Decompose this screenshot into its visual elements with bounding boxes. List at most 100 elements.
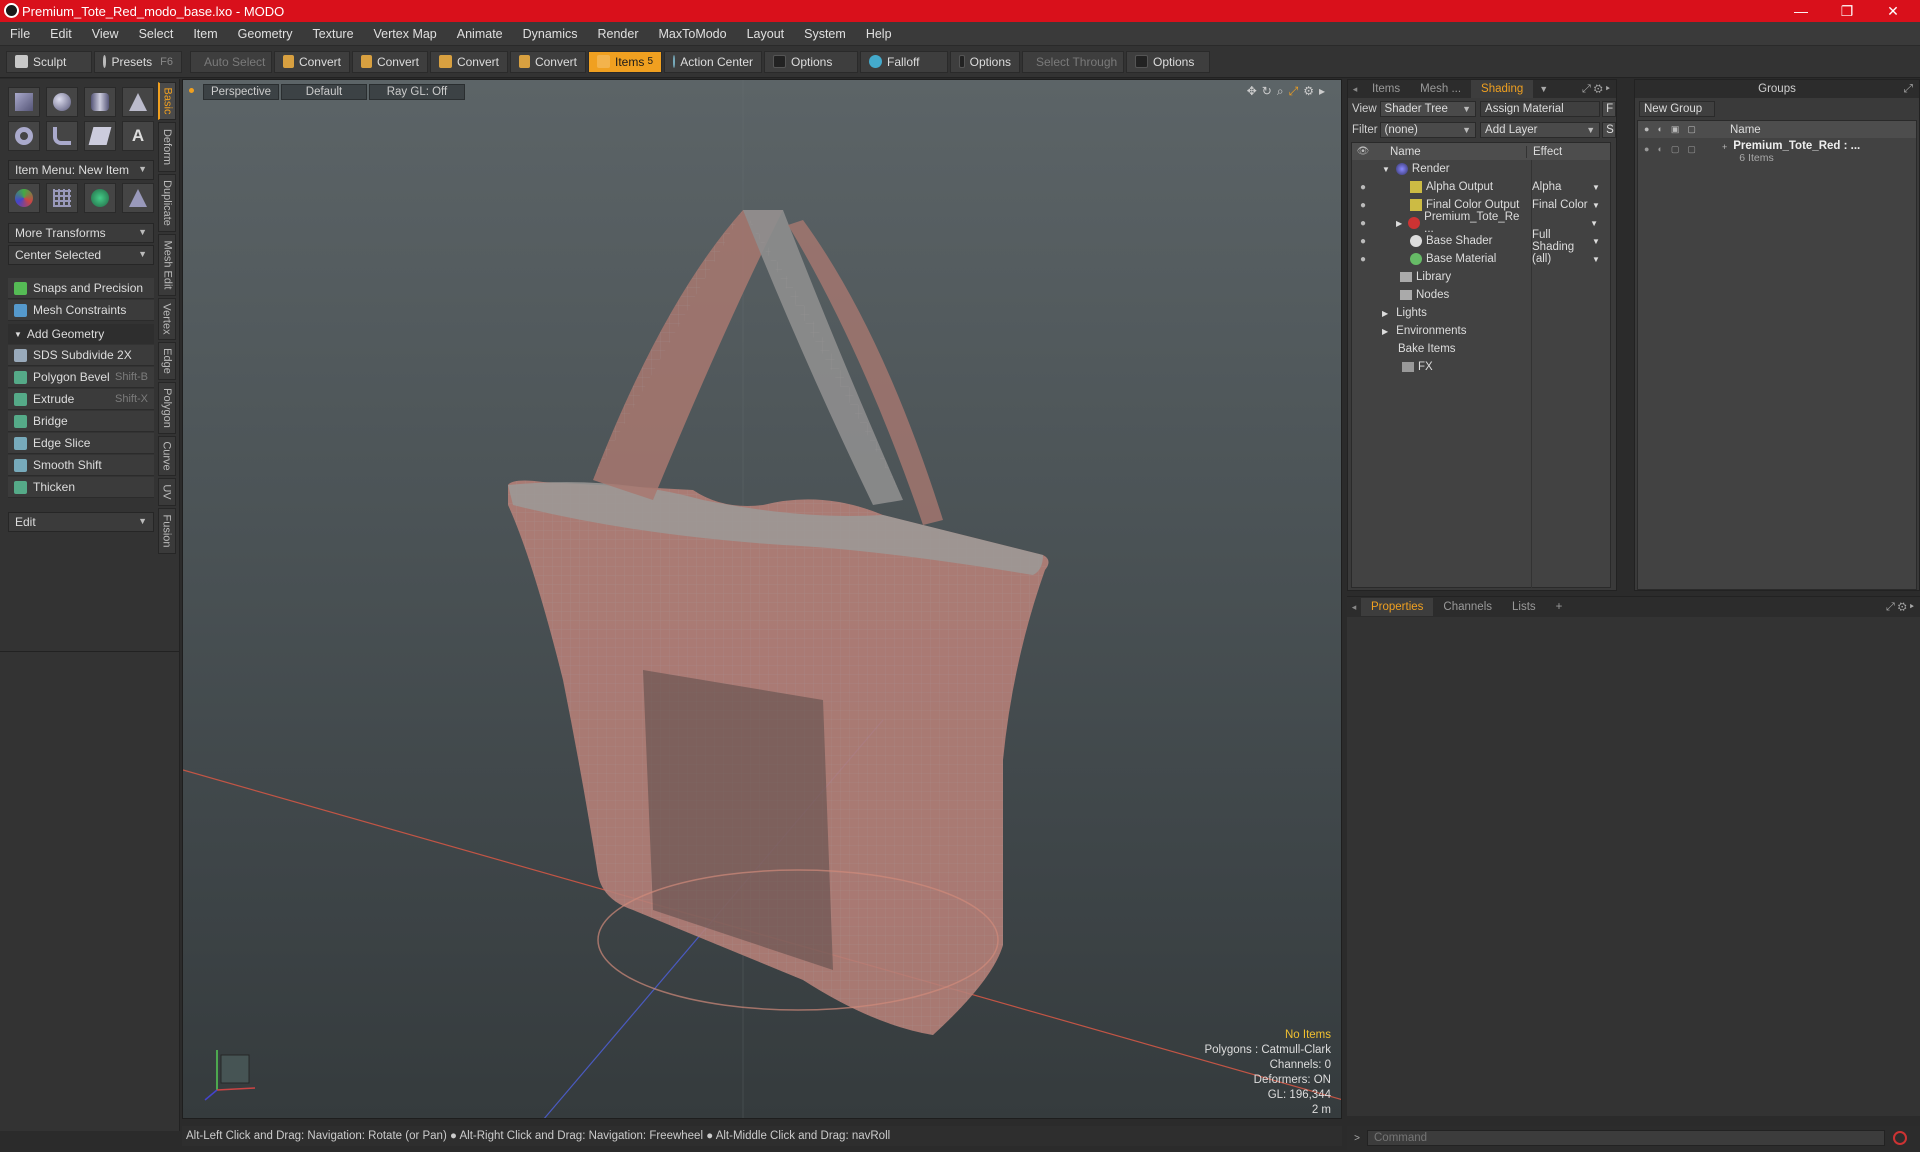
action-center-button[interactable]: Action Center	[664, 50, 762, 73]
convert-edges-button[interactable]: Convert	[352, 50, 428, 73]
sds-subdivide-button[interactable]: SDS Subdivide 2X	[8, 345, 154, 366]
chevron-down-icon[interactable]: ▼	[1592, 201, 1600, 210]
command-input[interactable]	[1367, 1130, 1885, 1146]
torus-primitive-button[interactable]	[8, 121, 40, 151]
eye-icon[interactable]: ●	[1352, 236, 1374, 247]
view-select[interactable]: Shader Tree ▼	[1379, 100, 1477, 117]
pen-tool-button[interactable]	[46, 121, 78, 151]
menu-edit[interactable]: Edit	[40, 27, 82, 41]
convert-polygons-button[interactable]: Convert	[430, 50, 508, 73]
chevron-down-icon[interactable]: ▼	[1592, 183, 1600, 192]
tab-vertex[interactable]: Vertex	[158, 298, 176, 340]
tab-fusion[interactable]: Fusion	[158, 508, 176, 554]
chevron-down-icon[interactable]: ▼	[1592, 237, 1600, 246]
grid-button[interactable]	[46, 183, 78, 213]
filter-select[interactable]: (none) ▼	[1379, 121, 1477, 138]
tree-row-fx[interactable]: FX	[1352, 358, 1610, 376]
select-through-options-button[interactable]: Options	[1126, 50, 1210, 73]
chevron-down-icon[interactable]: ▼	[1592, 255, 1600, 264]
menu-maxtomodo[interactable]: MaxToModo	[649, 27, 737, 41]
s-button[interactable]: S	[1602, 121, 1617, 138]
add-tab-button[interactable]: +	[1546, 598, 1573, 616]
snaps-precision-button[interactable]: Snaps and Precision	[8, 278, 154, 299]
sphere-primitive-button[interactable]	[46, 87, 78, 117]
convert-materials-button[interactable]: Convert	[510, 50, 586, 73]
group-row-toggles[interactable]: ● ◐ ▢ ▢	[1638, 138, 1722, 172]
tab-curve[interactable]: Curve	[158, 436, 176, 476]
shape-tool-button[interactable]	[84, 121, 116, 151]
tree-row-nodes[interactable]: Nodes	[1352, 286, 1610, 304]
tree-row-base-shader[interactable]: ● Base Shader Full Shading ▼	[1352, 229, 1610, 253]
auto-select-button[interactable]: Auto Select	[190, 50, 272, 73]
tab-dropdown-icon[interactable]: ▼	[1539, 84, 1548, 94]
text-tool-button[interactable]: A	[122, 121, 154, 151]
globe-button[interactable]	[84, 183, 116, 213]
tree-row-bake-items[interactable]: Bake Items	[1352, 340, 1610, 358]
tab-items[interactable]: Items	[1362, 80, 1410, 98]
menu-vertex-map[interactable]: Vertex Map	[364, 27, 447, 41]
tab-shading[interactable]: Shading	[1471, 80, 1534, 98]
menu-help[interactable]: Help	[856, 27, 902, 41]
mesh-constraints-button[interactable]: Mesh Constraints	[8, 300, 154, 321]
record-icon[interactable]	[1893, 1131, 1907, 1145]
tab-basic[interactable]: Basic	[158, 82, 176, 120]
sculpt-button[interactable]: Sculpt	[6, 50, 92, 73]
tab-uv[interactable]: UV	[158, 478, 176, 506]
menu-item[interactable]: Item	[183, 27, 227, 41]
expand-arrow-icon[interactable]: ▶	[1396, 219, 1402, 228]
eye-icon[interactable]: ●	[1352, 200, 1374, 211]
thicken-button[interactable]: Thicken	[8, 477, 154, 498]
add-geometry-header[interactable]: ▼ Add Geometry	[8, 324, 154, 344]
cylinder-primitive-button[interactable]	[84, 87, 116, 117]
perspective-button[interactable]	[122, 183, 154, 213]
polygon-bevel-button[interactable]: Polygon Bevel Shift-B	[8, 367, 154, 388]
new-group-button[interactable]: New Group	[1639, 100, 1715, 117]
menu-layout[interactable]: Layout	[737, 27, 795, 41]
items-mode-button[interactable]: Items 5	[588, 50, 662, 73]
tab-polygon[interactable]: Polygon	[158, 382, 176, 434]
tree-row-lights[interactable]: ▶ Lights	[1352, 304, 1610, 322]
expand-panel-icon[interactable]: ⤢	[1904, 83, 1913, 96]
item-menu-dropdown[interactable]: Item Menu: New Item ▼	[8, 160, 154, 180]
menu-geometry[interactable]: Geometry	[228, 27, 303, 41]
menu-animate[interactable]: Animate	[447, 27, 513, 41]
tab-properties[interactable]: Properties	[1361, 598, 1434, 616]
expand-arrow-icon[interactable]: ▶	[1382, 309, 1388, 318]
add-layer-dropdown[interactable]: Add Layer ▼	[1480, 121, 1601, 138]
tab-lists[interactable]: Lists	[1502, 598, 1546, 616]
falloff-button[interactable]: Falloff	[860, 50, 948, 73]
minimize-button[interactable]: —	[1778, 0, 1824, 22]
panel-menu-icon[interactable]: ◂	[1348, 84, 1362, 95]
presets-button[interactable]: Presets F6	[94, 50, 182, 73]
convert-vertices-button[interactable]: Convert	[274, 50, 350, 73]
expand-arrow-icon[interactable]: ▼	[1382, 165, 1390, 174]
center-selected-dropdown[interactable]: Center Selected ▼	[8, 245, 154, 265]
chevron-down-icon[interactable]: ▼	[1590, 219, 1598, 228]
smooth-shift-button[interactable]: Smooth Shift	[8, 455, 154, 476]
menu-render[interactable]: Render	[588, 27, 649, 41]
panel-options-icon[interactable]: ⤢ ⚙ ▸	[1582, 83, 1610, 96]
tab-duplicate[interactable]: Duplicate	[158, 174, 176, 232]
select-through-button[interactable]: Select Through	[1022, 50, 1124, 73]
tab-mesh-edit[interactable]: Mesh Edit	[158, 234, 176, 296]
eye-icon[interactable]: ●	[1352, 218, 1374, 229]
edge-slice-button[interactable]: Edge Slice	[8, 433, 154, 454]
tree-row-base-material[interactable]: ● Base Material (all) ▼	[1352, 250, 1610, 268]
more-transforms-dropdown[interactable]: More Transforms ▼	[8, 223, 154, 243]
3d-viewport[interactable]: Perspective Default Ray GL: Off ✥ ↻ ⌕ ⤢ …	[182, 79, 1342, 1119]
cone-primitive-button[interactable]	[122, 87, 154, 117]
cube-primitive-button[interactable]	[8, 87, 40, 117]
edit-dropdown[interactable]: Edit ▼	[8, 512, 154, 532]
menu-dynamics[interactable]: Dynamics	[513, 27, 588, 41]
action-center-options-button[interactable]: Options	[764, 50, 858, 73]
menu-system[interactable]: System	[794, 27, 856, 41]
expand-arrow-icon[interactable]: ▶	[1382, 327, 1388, 336]
menu-texture[interactable]: Texture	[303, 27, 364, 41]
menu-select[interactable]: Select	[129, 27, 184, 41]
eye-icon[interactable]: ●	[1352, 182, 1374, 193]
tree-row-library[interactable]: Library	[1352, 268, 1610, 286]
tab-channels[interactable]: Channels	[1433, 598, 1502, 616]
panel-menu-icon[interactable]: ◂	[1347, 602, 1361, 613]
transform-button[interactable]	[8, 183, 40, 213]
tree-row-environments[interactable]: ▶ Environments	[1352, 322, 1610, 340]
